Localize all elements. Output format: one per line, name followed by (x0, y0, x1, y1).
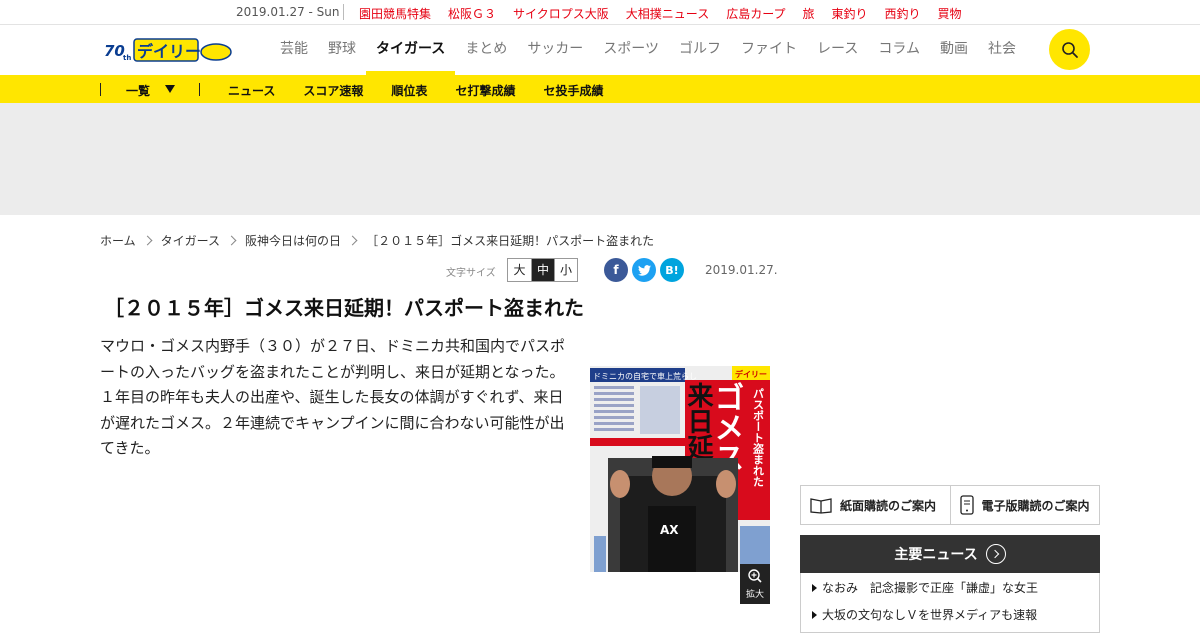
divider (199, 83, 200, 96)
nav-item[interactable]: 野球 (318, 25, 366, 75)
top-link[interactable]: 松阪Ｇ３ (448, 5, 496, 22)
main-nav: 芸能 野球 タイガース まとめ サッカー スポーツ ゴルフ ファイト レース コ… (270, 25, 1026, 75)
logo-text: デイリー (137, 42, 201, 61)
divider (343, 4, 344, 20)
list-dropdown[interactable]: 一覧 (126, 82, 150, 99)
zoom-button[interactable]: 拡大 (740, 564, 770, 604)
digital-subscribe-label: 電子版購読のご案内 (981, 498, 1090, 513)
sub-nav-link[interactable]: ニュース (228, 82, 275, 99)
font-size-small[interactable]: 小 (554, 259, 577, 281)
newspaper-illustration: ドミニカの自宅で車上荒らし デイリー パスポート盗まれた ゴメス 来日延期 AX (590, 366, 770, 572)
arrow-right-circle-icon[interactable] (985, 544, 1006, 564)
sub-nav-link[interactable]: セ投手成績 (543, 82, 603, 99)
current-date: 2019.01.27 - Sun (236, 5, 340, 19)
paper-top-strip: ドミニカの自宅で車上荒らし (593, 371, 697, 381)
newspaper-image[interactable]: ドミニカの自宅で車上荒らし デイリー パスポート盗まれた ゴメス 来日延期 AX (590, 366, 770, 572)
breadcrumb-item[interactable]: 阪神今日は何の日 (245, 232, 341, 249)
search-icon (1061, 41, 1078, 58)
sub-nav: 一覧 ニュース スコア速報 順位表 セ打撃成績 セ投手成績 (0, 75, 1200, 103)
top-link[interactable]: 西釣り (885, 5, 921, 22)
site-header: 70 th デイリー 芸能 野球 タイガース まとめ サッカー スポーツ ゴルフ… (0, 25, 1200, 75)
twitter-icon (637, 264, 651, 276)
paper-kicker: パスポート盗まれた (752, 388, 765, 487)
top-link[interactable]: サイクロプス大阪 (513, 5, 609, 22)
nav-item[interactable]: 社会 (978, 25, 1026, 75)
top-link[interactable]: 旅 (802, 5, 814, 22)
nav-item[interactable]: 芸能 (270, 25, 318, 75)
top-link[interactable]: 広島カープ (726, 5, 785, 22)
sub-nav-link[interactable]: 順位表 (391, 82, 427, 99)
font-size-label: 文字サイズ (446, 268, 496, 279)
nav-item[interactable]: ファイト (731, 25, 807, 75)
top-links: 園田競馬特集 松阪Ｇ３ サイクロプス大阪 大相撲ニュース 広島カープ 旅 東釣り… (359, 5, 979, 22)
top-link[interactable]: 買物 (938, 5, 962, 22)
facebook-share-button[interactable]: f (604, 258, 628, 282)
nav-item[interactable]: まとめ (455, 25, 517, 75)
top-link[interactable]: 園田競馬特集 (359, 5, 431, 22)
main-news-title: 主要ニュース (894, 547, 978, 563)
hatena-share-button[interactable]: B! (660, 258, 684, 282)
nav-item-active[interactable]: タイガース (366, 25, 456, 75)
main-news-header: 主要ニュース (800, 535, 1100, 573)
chevron-right-icon (347, 235, 358, 246)
nav-item[interactable]: サッカー (517, 25, 593, 75)
paper-subscribe-button[interactable]: 紙面購読のご案内 (801, 486, 950, 524)
sub-nav-links: ニュース スコア速報 順位表 セ打撃成績 セ投手成績 (228, 82, 631, 99)
top-link[interactable]: 大相撲ニュース (626, 5, 709, 22)
nav-item[interactable]: 動画 (930, 25, 978, 75)
facebook-icon: f (613, 263, 619, 277)
article-body: マウロ・ゴメス内野手（３０）が２７日、ドミニカ共和国内でパスポートの入ったバッグ… (100, 337, 566, 457)
svg-text:70: 70 (104, 42, 125, 60)
nav-item[interactable]: ゴルフ (669, 25, 731, 75)
font-size-large[interactable]: 大 (508, 259, 531, 281)
sub-nav-link[interactable]: セ打撃成績 (455, 82, 515, 99)
list-item[interactable]: なおみ 記念撮影で正座「謙虚」な女王 (801, 576, 1099, 600)
sub-nav-link[interactable]: スコア速報 (303, 82, 363, 99)
breadcrumb: ホーム タイガース 阪神今日は何の日 ［２０１５年］ゴメス来日延期！パスポート盗… (100, 232, 654, 249)
nav-item[interactable]: レース (807, 25, 868, 75)
paper-subscribe-label: 紙面購読のご案内 (840, 498, 937, 513)
top-link[interactable]: 東釣り (832, 5, 868, 22)
nav-item[interactable]: コラム (868, 25, 930, 75)
nav-item[interactable]: スポーツ (593, 25, 669, 75)
font-size-medium[interactable]: 中 (531, 259, 554, 281)
ad-banner (0, 103, 1200, 215)
zoom-in-icon (748, 569, 762, 583)
newspaper-icon (810, 498, 832, 514)
list-item[interactable]: 大坂の文句なしＶを世界メディアも速報 (801, 603, 1099, 627)
paper-shirt-text: AX (660, 523, 679, 537)
site-logo[interactable]: 70 th デイリー (104, 37, 234, 63)
paper-logo: デイリー (735, 369, 767, 379)
zoom-label: 拡大 (745, 590, 764, 600)
breadcrumb-item[interactable]: ホーム (100, 232, 136, 249)
breadcrumb-current: ［２０１５年］ゴメス来日延期！パスポート盗まれた (366, 234, 655, 248)
svg-text:th: th (123, 54, 131, 62)
chevron-right-icon (226, 235, 237, 246)
search-button[interactable] (1049, 29, 1090, 70)
article-title: ［２０１５年］ゴメス来日延期！パスポート盗まれた (104, 296, 584, 320)
caret-down-icon[interactable] (165, 85, 175, 93)
chevron-right-icon (142, 235, 153, 246)
breadcrumb-item[interactable]: タイガース (161, 232, 220, 249)
smartphone-icon (959, 495, 974, 515)
divider (100, 83, 101, 96)
publish-date: 2019.01.27. (705, 263, 778, 277)
twitter-share-button[interactable] (632, 258, 656, 282)
subscribe-buttons: 紙面購読のご案内 電子版購読のご案内 (800, 485, 1100, 525)
top-strip: 2019.01.27 - Sun 園田競馬特集 松阪Ｇ３ サイクロプス大阪 大相… (0, 0, 1200, 25)
digital-subscribe-button[interactable]: 電子版購読のご案内 (949, 486, 1100, 524)
main-news-list: なおみ 記念撮影で正座「謙虚」な女王 大坂の文句なしＶを世界メディアも速報 (800, 573, 1100, 633)
font-size-switch: 大 中 小 (507, 258, 578, 282)
hatena-icon: B! (665, 263, 679, 277)
